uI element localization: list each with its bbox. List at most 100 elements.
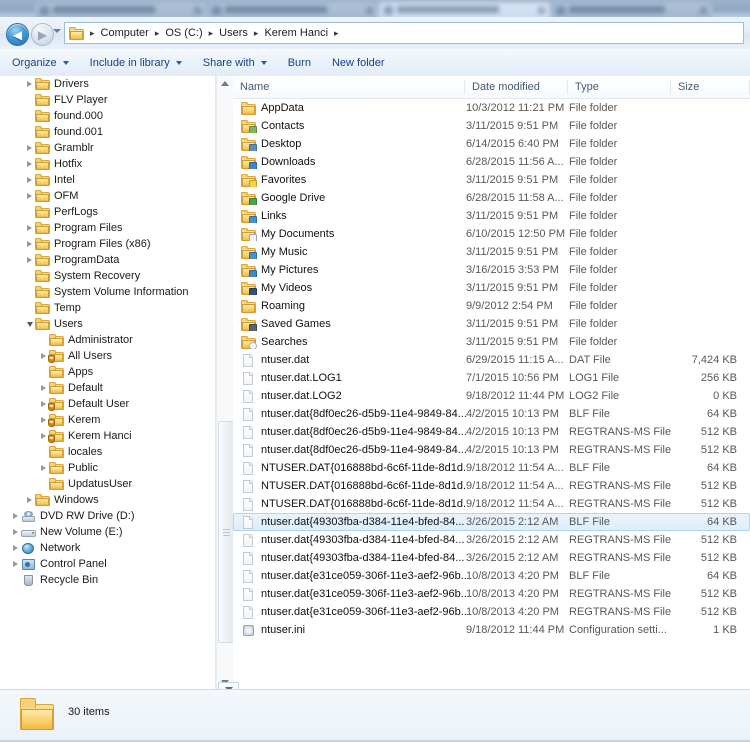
- expand-arrow-icon[interactable]: [10, 556, 21, 572]
- file-list-row[interactable]: AppData 10/3/2012 11:21 PM File folder: [233, 99, 750, 117]
- file-list-row[interactable]: Google Drive 6/28/2015 11:58 A... File fol…: [233, 189, 750, 207]
- navigation-pane-scrollbar[interactable]: [216, 76, 234, 689]
- file-list-row[interactable]: ntuser.dat{49303fba-d384-11e4-bfed-84...…: [233, 531, 750, 549]
- sidebar-item-flv-player[interactable]: FLV Player: [0, 92, 215, 108]
- file-list-row[interactable]: NTUSER.DAT{016888bd-6c6f-11de-8d1d... 9/1…: [233, 477, 750, 495]
- expand-arrow-icon[interactable]: [38, 460, 49, 476]
- expand-arrow-icon[interactable]: [24, 156, 35, 172]
- expand-arrow-icon[interactable]: [24, 492, 35, 508]
- browser-tab[interactable]: [207, 2, 379, 17]
- sidebar-item-program-files[interactable]: Program Files: [0, 220, 215, 236]
- browser-tab[interactable]: [551, 2, 713, 17]
- sidebar-item-drivers[interactable]: Drivers: [0, 76, 215, 92]
- sidebar-item-kerem-hanci[interactable]: Kerem Hanci: [0, 428, 215, 444]
- file-list-row[interactable]: ntuser.dat{e31ce059-306f-11e3-aef2-96b..…: [233, 603, 750, 621]
- column-header-type[interactable]: Type: [568, 76, 671, 98]
- sidebar-item-system-volume-information[interactable]: System Volume Information: [0, 284, 215, 300]
- tab-close-icon[interactable]: [538, 7, 545, 14]
- toolbar-burn-button[interactable]: Burn: [279, 51, 320, 74]
- toolbar-share-with-button[interactable]: Share with: [194, 51, 276, 74]
- sidebar-item-gramblr[interactable]: Gramblr: [0, 140, 215, 156]
- file-list-row[interactable]: Roaming 9/9/2012 2:54 PM File folder: [233, 297, 750, 315]
- address-bar[interactable]: ▸ Computer ▸ OS (C:) ▸ Users ▸ Kerem Hanci ▸: [64, 22, 744, 44]
- sidebar-item-control-panel[interactable]: Control Panel: [0, 556, 215, 572]
- browser-tab[interactable]: [35, 2, 207, 17]
- file-list-row[interactable]: Contacts 3/11/2015 9:51 PM File folder: [233, 117, 750, 135]
- sidebar-item-apps[interactable]: Apps: [0, 364, 215, 380]
- scrollbar-thumb[interactable]: [218, 421, 234, 643]
- file-list-row[interactable]: ntuser.dat 6/29/2015 11:15 A... DAT File 7,…: [233, 351, 750, 369]
- sidebar-item-temp[interactable]: Temp: [0, 300, 215, 316]
- column-header-date-modified[interactable]: Date modified: [465, 76, 568, 98]
- file-list-row[interactable]: Favorites 3/11/2015 9:51 PM File folder: [233, 171, 750, 189]
- toolbar-organize-button[interactable]: Organize: [3, 51, 78, 74]
- sidebar-item-new-volume-e-[interactable]: New Volume (E:): [0, 524, 215, 540]
- sidebar-item-recycle-bin[interactable]: Recycle Bin: [0, 572, 215, 588]
- file-list-row[interactable]: NTUSER.DAT{016888bd-6c6f-11de-8d1d... 9/1…: [233, 495, 750, 513]
- sidebar-item-perflogs[interactable]: PerfLogs: [0, 204, 215, 220]
- sidebar-item-found-001[interactable]: found.001: [0, 124, 215, 140]
- tab-close-icon[interactable]: [700, 7, 707, 14]
- file-list-row[interactable]: Searches 3/11/2015 9:51 PM File folder: [233, 333, 750, 351]
- breadcrumb-item[interactable]: Users: [218, 23, 249, 43]
- sidebar-item-users[interactable]: Users: [0, 316, 215, 332]
- sidebar-item-updatususer[interactable]: UpdatusUser: [0, 476, 215, 492]
- file-list-row[interactable]: ntuser.dat{8df0ec26-d5b9-11e4-9849-84...…: [233, 405, 750, 423]
- sidebar-item-locales[interactable]: locales: [0, 444, 215, 460]
- file-list-row[interactable]: Downloads 6/28/2015 11:56 A... File folder: [233, 153, 750, 171]
- expand-arrow-icon[interactable]: [24, 140, 35, 156]
- expand-arrow-icon[interactable]: [10, 540, 21, 556]
- sidebar-item-administrator[interactable]: Administrator: [0, 332, 215, 348]
- toolbar-include-in-library-button[interactable]: Include in library: [81, 51, 191, 74]
- expand-arrow-icon[interactable]: [24, 252, 35, 268]
- file-list-row[interactable]: ntuser.dat{8df0ec26-d5b9-11e4-9849-84...…: [233, 423, 750, 441]
- file-list-row[interactable]: Links 3/11/2015 9:51 PM File folder: [233, 207, 750, 225]
- expand-arrow-icon[interactable]: [38, 380, 49, 396]
- breadcrumb-item[interactable]: Kerem Hanci: [263, 23, 329, 43]
- file-list-row[interactable]: ntuser.dat.LOG1 7/1/2015 10:56 PM LOG1 Fil…: [233, 369, 750, 387]
- file-list-row[interactable]: NTUSER.DAT{016888bd-6c6f-11de-8d1d... 9/1…: [233, 459, 750, 477]
- sidebar-item-default-user[interactable]: Default User: [0, 396, 215, 412]
- breadcrumb-item[interactable]: Computer: [100, 23, 150, 43]
- sidebar-item-program-files-x86-[interactable]: Program Files (x86): [0, 236, 215, 252]
- sidebar-item-public[interactable]: Public: [0, 460, 215, 476]
- sidebar-item-kerem[interactable]: Kerem: [0, 412, 215, 428]
- sidebar-item-default[interactable]: Default: [0, 380, 215, 396]
- sidebar-item-dvd-rw-drive-d-[interactable]: DVD RW Drive (D:): [0, 508, 215, 524]
- breadcrumb-item[interactable]: OS (C:): [164, 23, 203, 43]
- sidebar-item-hotfix[interactable]: Hotfix: [0, 156, 215, 172]
- scroll-up-arrow-icon[interactable]: [217, 76, 233, 90]
- recent-pages-chevron-icon[interactable]: [53, 29, 61, 33]
- file-list-row[interactable]: Saved Games 3/11/2015 9:51 PM File folder: [233, 315, 750, 333]
- sidebar-item-network[interactable]: Network: [0, 540, 215, 556]
- forward-button[interactable]: ▶: [31, 23, 54, 46]
- file-list-row[interactable]: ntuser.ini 9/18/2012 11:44 PM Configuratio…: [233, 621, 750, 639]
- file-list-row[interactable]: My Pictures 3/16/2015 3:53 PM File folder: [233, 261, 750, 279]
- toolbar-new-folder-button[interactable]: New folder: [323, 51, 394, 74]
- expand-arrow-icon[interactable]: [24, 172, 35, 188]
- browser-tab[interactable]: [379, 2, 551, 17]
- file-list-row[interactable]: My Videos 3/11/2015 9:51 PM File folder: [233, 279, 750, 297]
- collapse-arrow-icon[interactable]: [24, 316, 35, 332]
- expand-arrow-icon[interactable]: [24, 188, 35, 204]
- file-list-row[interactable]: My Music 3/11/2015 9:51 PM File folder: [233, 243, 750, 261]
- column-header-size[interactable]: Size: [671, 76, 750, 98]
- sidebar-item-windows[interactable]: Windows: [0, 492, 215, 508]
- sidebar-item-system-recovery[interactable]: System Recovery: [0, 268, 215, 284]
- expand-arrow-icon[interactable]: [24, 76, 35, 92]
- expand-arrow-icon[interactable]: [24, 236, 35, 252]
- file-list-row[interactable]: ntuser.dat{e31ce059-306f-11e3-aef2-96b..…: [233, 567, 750, 585]
- sidebar-item-found-000[interactable]: found.000: [0, 108, 215, 124]
- sidebar-item-all-users[interactable]: All Users: [0, 348, 215, 364]
- file-list-row[interactable]: ntuser.dat{8df0ec26-d5b9-11e4-9849-84...…: [233, 441, 750, 459]
- file-list-row[interactable]: ntuser.dat{49303fba-d384-11e4-bfed-84...…: [233, 513, 750, 531]
- tab-close-icon[interactable]: [194, 7, 201, 14]
- column-header-name[interactable]: Name: [233, 76, 465, 98]
- back-button[interactable]: ◀: [6, 23, 29, 46]
- file-list-row[interactable]: ntuser.dat.LOG2 9/18/2012 11:44 PM LOG2 Fi…: [233, 387, 750, 405]
- file-list-row[interactable]: My Documents 6/10/2015 12:50 PM File folde…: [233, 225, 750, 243]
- expand-arrow-icon[interactable]: [24, 220, 35, 236]
- tab-close-icon[interactable]: [366, 7, 373, 14]
- file-list-row[interactable]: ntuser.dat{49303fba-d384-11e4-bfed-84...…: [233, 549, 750, 567]
- sidebar-item-intel[interactable]: Intel: [0, 172, 215, 188]
